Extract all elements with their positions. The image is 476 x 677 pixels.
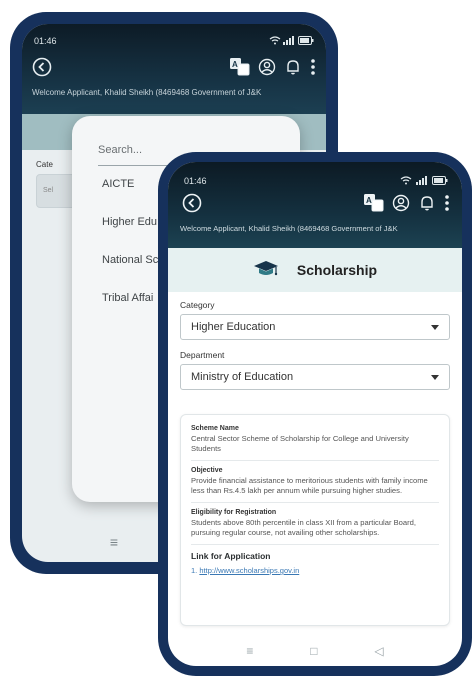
back-field-placeholder: Sel bbox=[43, 187, 54, 194]
status-icons bbox=[400, 175, 448, 187]
dialog-option-national[interactable]: National Sc bbox=[102, 254, 158, 266]
notification-icon[interactable] bbox=[284, 58, 302, 81]
back-welcome-text: Welcome Applicant, Khalid Sheikh (846946… bbox=[32, 88, 262, 97]
category-value: Higher Education bbox=[191, 321, 276, 333]
back-nav-menu-icon[interactable]: ≡ bbox=[110, 534, 118, 550]
signal-icon bbox=[283, 35, 295, 47]
dropdown-caret-icon bbox=[431, 374, 439, 380]
toolbar: A bbox=[182, 193, 450, 218]
account-icon[interactable] bbox=[258, 58, 276, 81]
objective-heading: Objective bbox=[191, 467, 223, 474]
back-toolbar-actions: A bbox=[230, 57, 316, 81]
scheme-details-card: Scheme Name Central Sector Scheme of Sch… bbox=[180, 414, 450, 626]
toolbar-actions: A bbox=[364, 193, 450, 217]
category-dropdown[interactable]: Higher Education bbox=[180, 314, 450, 340]
application-link[interactable]: http://www.scholarships.gov.in bbox=[199, 566, 299, 575]
department-value: Ministry of Education bbox=[191, 371, 294, 383]
dropdown-caret-icon bbox=[431, 324, 439, 330]
signal-icon bbox=[416, 175, 428, 187]
account-icon[interactable] bbox=[392, 194, 410, 217]
banner-title: Scholarship bbox=[296, 262, 378, 278]
dialog-option-higher-education[interactable]: Higher Edu bbox=[102, 216, 157, 228]
notification-icon[interactable] bbox=[418, 194, 436, 217]
translate-icon[interactable]: A bbox=[364, 193, 384, 217]
nav-back-icon[interactable]: ◁ bbox=[374, 644, 383, 658]
category-label: Category bbox=[180, 300, 215, 310]
status-time: 01:46 bbox=[184, 176, 207, 186]
back-circle-icon[interactable] bbox=[182, 193, 202, 218]
svg-text:A: A bbox=[232, 60, 238, 69]
wifi-icon bbox=[400, 175, 412, 187]
department-label: Department bbox=[180, 350, 225, 360]
more-vert-icon[interactable] bbox=[310, 58, 316, 81]
eligibility-text: Students above 80th percentile in class … bbox=[191, 518, 416, 537]
link-heading: Link for Application bbox=[191, 551, 271, 561]
back-category-label: Cate bbox=[36, 160, 53, 169]
welcome-text: Welcome Applicant, Khalid Sheikh (846946… bbox=[180, 224, 398, 233]
scholarship-banner: Scholarship bbox=[168, 248, 462, 292]
back-status-bar: 01:46 bbox=[34, 34, 314, 48]
battery-icon bbox=[432, 175, 448, 187]
front-phone-screen: 01:46 A Welcome Applicant, Khalid Sheikh… bbox=[168, 162, 462, 666]
department-dropdown[interactable]: Ministry of Education bbox=[180, 364, 450, 390]
application-link-row: 1. http://www.scholarships.gov.in bbox=[191, 566, 439, 575]
back-toolbar: A bbox=[32, 57, 316, 82]
dialog-option-tribal-affairs[interactable]: Tribal Affai bbox=[102, 292, 153, 304]
scheme-name-heading: Scheme Name bbox=[191, 425, 239, 432]
battery-icon bbox=[298, 35, 314, 47]
objective-text: Provide financial assistance to meritori… bbox=[191, 476, 428, 495]
scheme-name-text: Central Sector Scheme of Scholarship for… bbox=[191, 434, 409, 453]
back-status-time: 01:46 bbox=[34, 36, 57, 46]
eligibility-heading: Eligibility for Registration bbox=[191, 509, 277, 516]
status-bar: 01:46 bbox=[184, 174, 448, 188]
nav-home-icon[interactable]: □ bbox=[310, 644, 317, 658]
svg-text:A: A bbox=[366, 196, 372, 205]
divider bbox=[191, 502, 439, 503]
dialog-option-aicte[interactable]: AICTE bbox=[102, 178, 134, 190]
back-status-icons bbox=[269, 35, 314, 47]
wifi-icon bbox=[269, 35, 281, 47]
divider bbox=[191, 544, 439, 545]
translate-icon[interactable]: A bbox=[230, 57, 250, 81]
front-phone-frame: 01:46 A Welcome Applicant, Khalid Sheikh… bbox=[158, 152, 472, 676]
more-vert-icon[interactable] bbox=[444, 194, 450, 217]
link-number: 1. bbox=[191, 566, 198, 575]
divider bbox=[191, 460, 439, 461]
nav-menu-icon[interactable]: ≡ bbox=[246, 644, 253, 658]
back-app-header: 01:46 A Welcome Applicant, Khalid Sheikh… bbox=[22, 24, 326, 114]
nav-bar: ≡ □ ◁ bbox=[168, 636, 462, 666]
back-circle-icon[interactable] bbox=[32, 57, 52, 82]
app-header: 01:46 A Welcome Applicant, Khalid Sheikh… bbox=[168, 162, 462, 248]
graduation-cap-icon bbox=[253, 259, 279, 281]
